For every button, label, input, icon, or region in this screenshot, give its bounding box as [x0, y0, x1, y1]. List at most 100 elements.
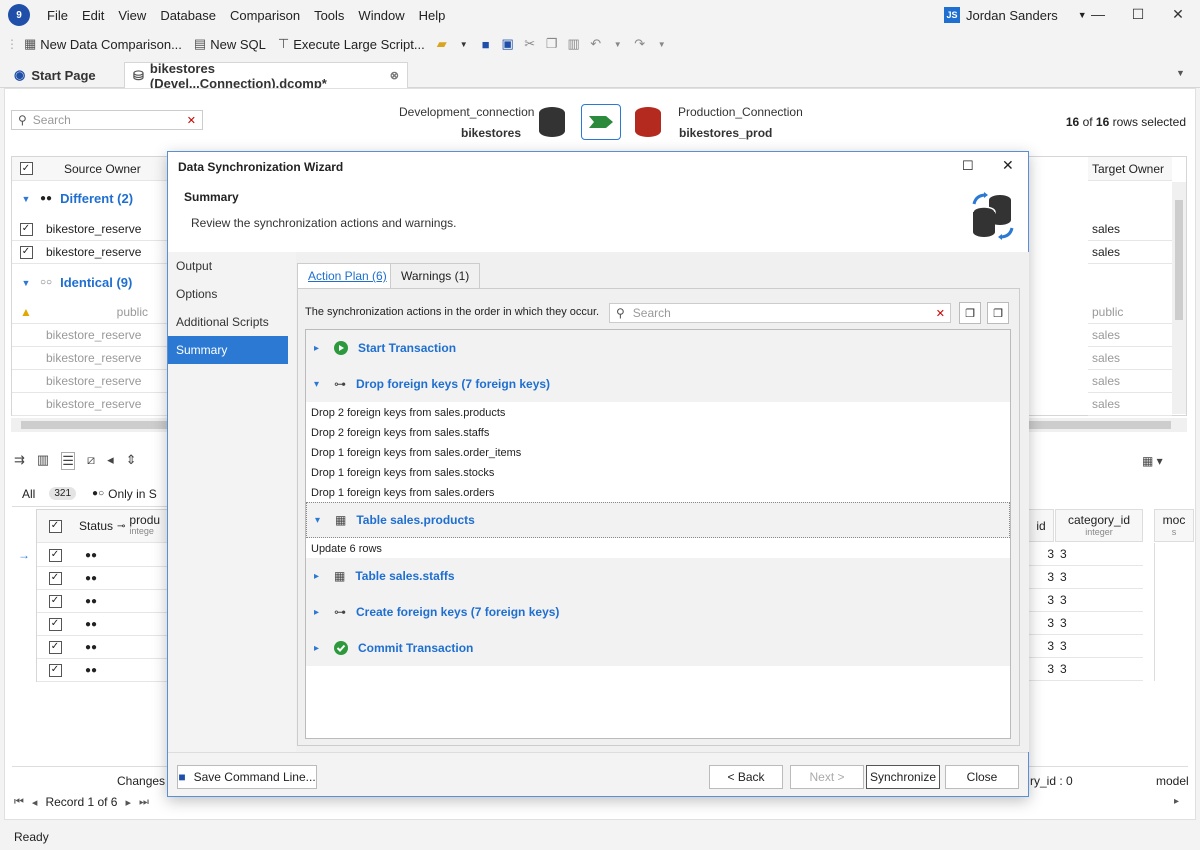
- table-row[interactable]: bikestore_reserve: [12, 347, 168, 370]
- table-row[interactable]: ✓ ●●: [37, 590, 169, 613]
- columns-icon[interactable]: ▥: [37, 452, 49, 470]
- row-checkbox[interactable]: ✓: [19, 222, 33, 236]
- menu-window[interactable]: Window: [351, 8, 411, 23]
- collapse-all-button[interactable]: ❐: [987, 302, 1009, 324]
- collapse-chevron-icon[interactable]: ▼: [12, 278, 40, 288]
- row-checkbox[interactable]: ✓: [48, 571, 62, 585]
- menu-comparison[interactable]: Comparison: [223, 8, 307, 23]
- table-row[interactable]: bikestore_reserve: [12, 324, 168, 347]
- dialog-close-button[interactable]: ✕: [1002, 157, 1014, 174]
- new-sql-button[interactable]: ▤ New SQL: [188, 32, 272, 56]
- chevron-down-icon[interactable]: ▾: [315, 515, 325, 526]
- tab-start-page[interactable]: ◉ Start Page: [6, 62, 104, 88]
- table-row[interactable]: ✓ ●●: [37, 613, 169, 636]
- nav-summary[interactable]: Summary: [168, 336, 288, 364]
- undo-icon[interactable]: ↶: [585, 33, 607, 55]
- chevron-right-icon[interactable]: ▸: [314, 343, 324, 354]
- chevron-right-icon[interactable]: ▸: [314, 571, 324, 582]
- action-search-box[interactable]: ⚲ Search ✕: [609, 303, 951, 323]
- back-button[interactable]: < Back: [709, 765, 783, 789]
- action-commit-transaction[interactable]: ▸ Commit Transaction: [306, 630, 1010, 666]
- group-different[interactable]: ▼ ●● Different (2): [12, 187, 168, 210]
- filter-only-in-source[interactable]: Only in S: [108, 487, 157, 501]
- next-record-icon[interactable]: ▸: [125, 796, 131, 809]
- open-dropdown-icon[interactable]: ▼: [453, 33, 475, 55]
- row-checkbox[interactable]: ✓: [48, 640, 62, 654]
- table-row[interactable]: ✓ ●●: [37, 544, 169, 567]
- next-button[interactable]: Next >: [790, 765, 864, 789]
- open-folder-icon[interactable]: ▰: [431, 33, 453, 55]
- select-all-records-checkbox[interactable]: ✓: [48, 519, 62, 533]
- collapse-chevron-icon[interactable]: ▼: [12, 194, 40, 204]
- redo-icon[interactable]: ↷: [629, 33, 651, 55]
- nav-output[interactable]: Output: [168, 252, 288, 280]
- close-button[interactable]: Close: [945, 765, 1019, 789]
- save-icon[interactable]: ■: [475, 33, 497, 55]
- user-account[interactable]: JS Jordan Sanders ▼: [944, 6, 1087, 24]
- row-checkbox[interactable]: ✓: [48, 663, 62, 677]
- action-table-staffs[interactable]: ▸ ▦ Table sales.staffs: [306, 558, 1010, 594]
- synchronize-button[interactable]: Synchronize: [866, 765, 940, 789]
- scrollbar-thumb[interactable]: [1175, 200, 1183, 320]
- menu-database[interactable]: Database: [153, 8, 223, 23]
- tree-icon[interactable]: ☰: [61, 452, 75, 470]
- chevron-down-icon[interactable]: ▾: [314, 379, 324, 390]
- redo-dropdown-icon[interactable]: ▼: [651, 33, 673, 55]
- minimize-button[interactable]: —: [1088, 4, 1108, 24]
- layout-icon[interactable]: ▦ ▾: [1142, 454, 1163, 468]
- menu-view[interactable]: View: [111, 8, 153, 23]
- table-row[interactable]: ✓ ●●: [37, 567, 169, 590]
- row-checkbox[interactable]: ✓: [48, 548, 62, 562]
- row-checkbox[interactable]: ✓: [48, 617, 62, 631]
- paste-icon[interactable]: ▥: [563, 33, 585, 55]
- cut-icon[interactable]: ✂: [519, 33, 541, 55]
- first-record-icon[interactable]: ⏮: [14, 796, 24, 809]
- tab-list-chevron-icon[interactable]: ▼: [1176, 68, 1185, 78]
- scroll-right-icon[interactable]: ▸: [1174, 796, 1179, 807]
- new-data-comparison-button[interactable]: ▦ New Data Comparison...: [18, 32, 188, 56]
- action-drop-foreign-keys[interactable]: ▾ ⊶ Drop foreign keys (7 foreign keys): [306, 366, 1010, 402]
- save-command-line-button[interactable]: ■ Save Command Line...: [177, 765, 317, 789]
- select-all-checkbox[interactable]: ✓: [19, 162, 33, 175]
- undo-dropdown-icon[interactable]: ▼: [607, 33, 629, 55]
- updown-icon[interactable]: ⇕: [126, 452, 137, 470]
- tab-action-plan[interactable]: Action Plan (6): [297, 263, 398, 288]
- menu-file[interactable]: File: [40, 8, 75, 23]
- table-row[interactable]: ✓ bikestore_reserve: [12, 241, 168, 264]
- maximize-button[interactable]: ☐: [1128, 4, 1148, 24]
- menu-help[interactable]: Help: [412, 8, 453, 23]
- close-window-button[interactable]: ✕: [1168, 4, 1188, 24]
- nav-options[interactable]: Options: [168, 280, 288, 308]
- prev-record-icon[interactable]: ◂: [32, 796, 38, 809]
- clear-search-icon[interactable]: ✕: [936, 307, 945, 320]
- nav-additional-scripts[interactable]: Additional Scripts: [168, 308, 288, 336]
- main-search-box[interactable]: ⚲ Search ✕: [11, 110, 203, 130]
- action-table-products[interactable]: ▾ ▦ Table sales.products: [306, 502, 1010, 538]
- chevron-right-icon[interactable]: ▸: [314, 643, 324, 654]
- action-start-transaction[interactable]: ▸ Start Transaction: [306, 330, 1010, 366]
- chevron-down-icon[interactable]: ▼: [1078, 10, 1087, 20]
- tab-warnings[interactable]: Warnings (1): [390, 263, 481, 288]
- sync-direction-button[interactable]: [581, 104, 621, 140]
- table-row[interactable]: bikestore_reserve: [12, 393, 168, 416]
- close-tab-icon[interactable]: ⊗: [390, 69, 399, 82]
- row-checkbox[interactable]: ✓: [48, 594, 62, 608]
- group-identical[interactable]: ▼ ○○ Identical (9): [12, 271, 168, 294]
- clear-search-icon[interactable]: ✕: [187, 114, 196, 127]
- filter-all[interactable]: All: [12, 487, 35, 501]
- grid-vertical-scrollbar[interactable]: [1172, 182, 1186, 414]
- expand-all-button[interactable]: ❐: [959, 302, 981, 324]
- table-row[interactable]: ▲ public: [12, 301, 168, 324]
- menu-tools[interactable]: Tools: [307, 8, 351, 23]
- copy-icon[interactable]: ❐: [541, 33, 563, 55]
- prev-icon[interactable]: ◂: [107, 452, 114, 470]
- row-checkbox[interactable]: ✓: [19, 245, 33, 259]
- table-row[interactable]: bikestore_reserve: [12, 370, 168, 393]
- tab-document[interactable]: ⛁ bikestores (Devel...Connection).dcomp*…: [124, 61, 408, 91]
- table-row[interactable]: ✓ bikestore_reserve: [12, 218, 168, 241]
- table-row[interactable]: ✓ ●●: [37, 659, 169, 682]
- last-record-icon[interactable]: ⏭: [139, 796, 149, 809]
- action-create-foreign-keys[interactable]: ▸ ⊶ Create foreign keys (7 foreign keys): [306, 594, 1010, 630]
- filter-icon[interactable]: ⧄: [87, 452, 95, 470]
- save-all-icon[interactable]: ▣: [497, 33, 519, 55]
